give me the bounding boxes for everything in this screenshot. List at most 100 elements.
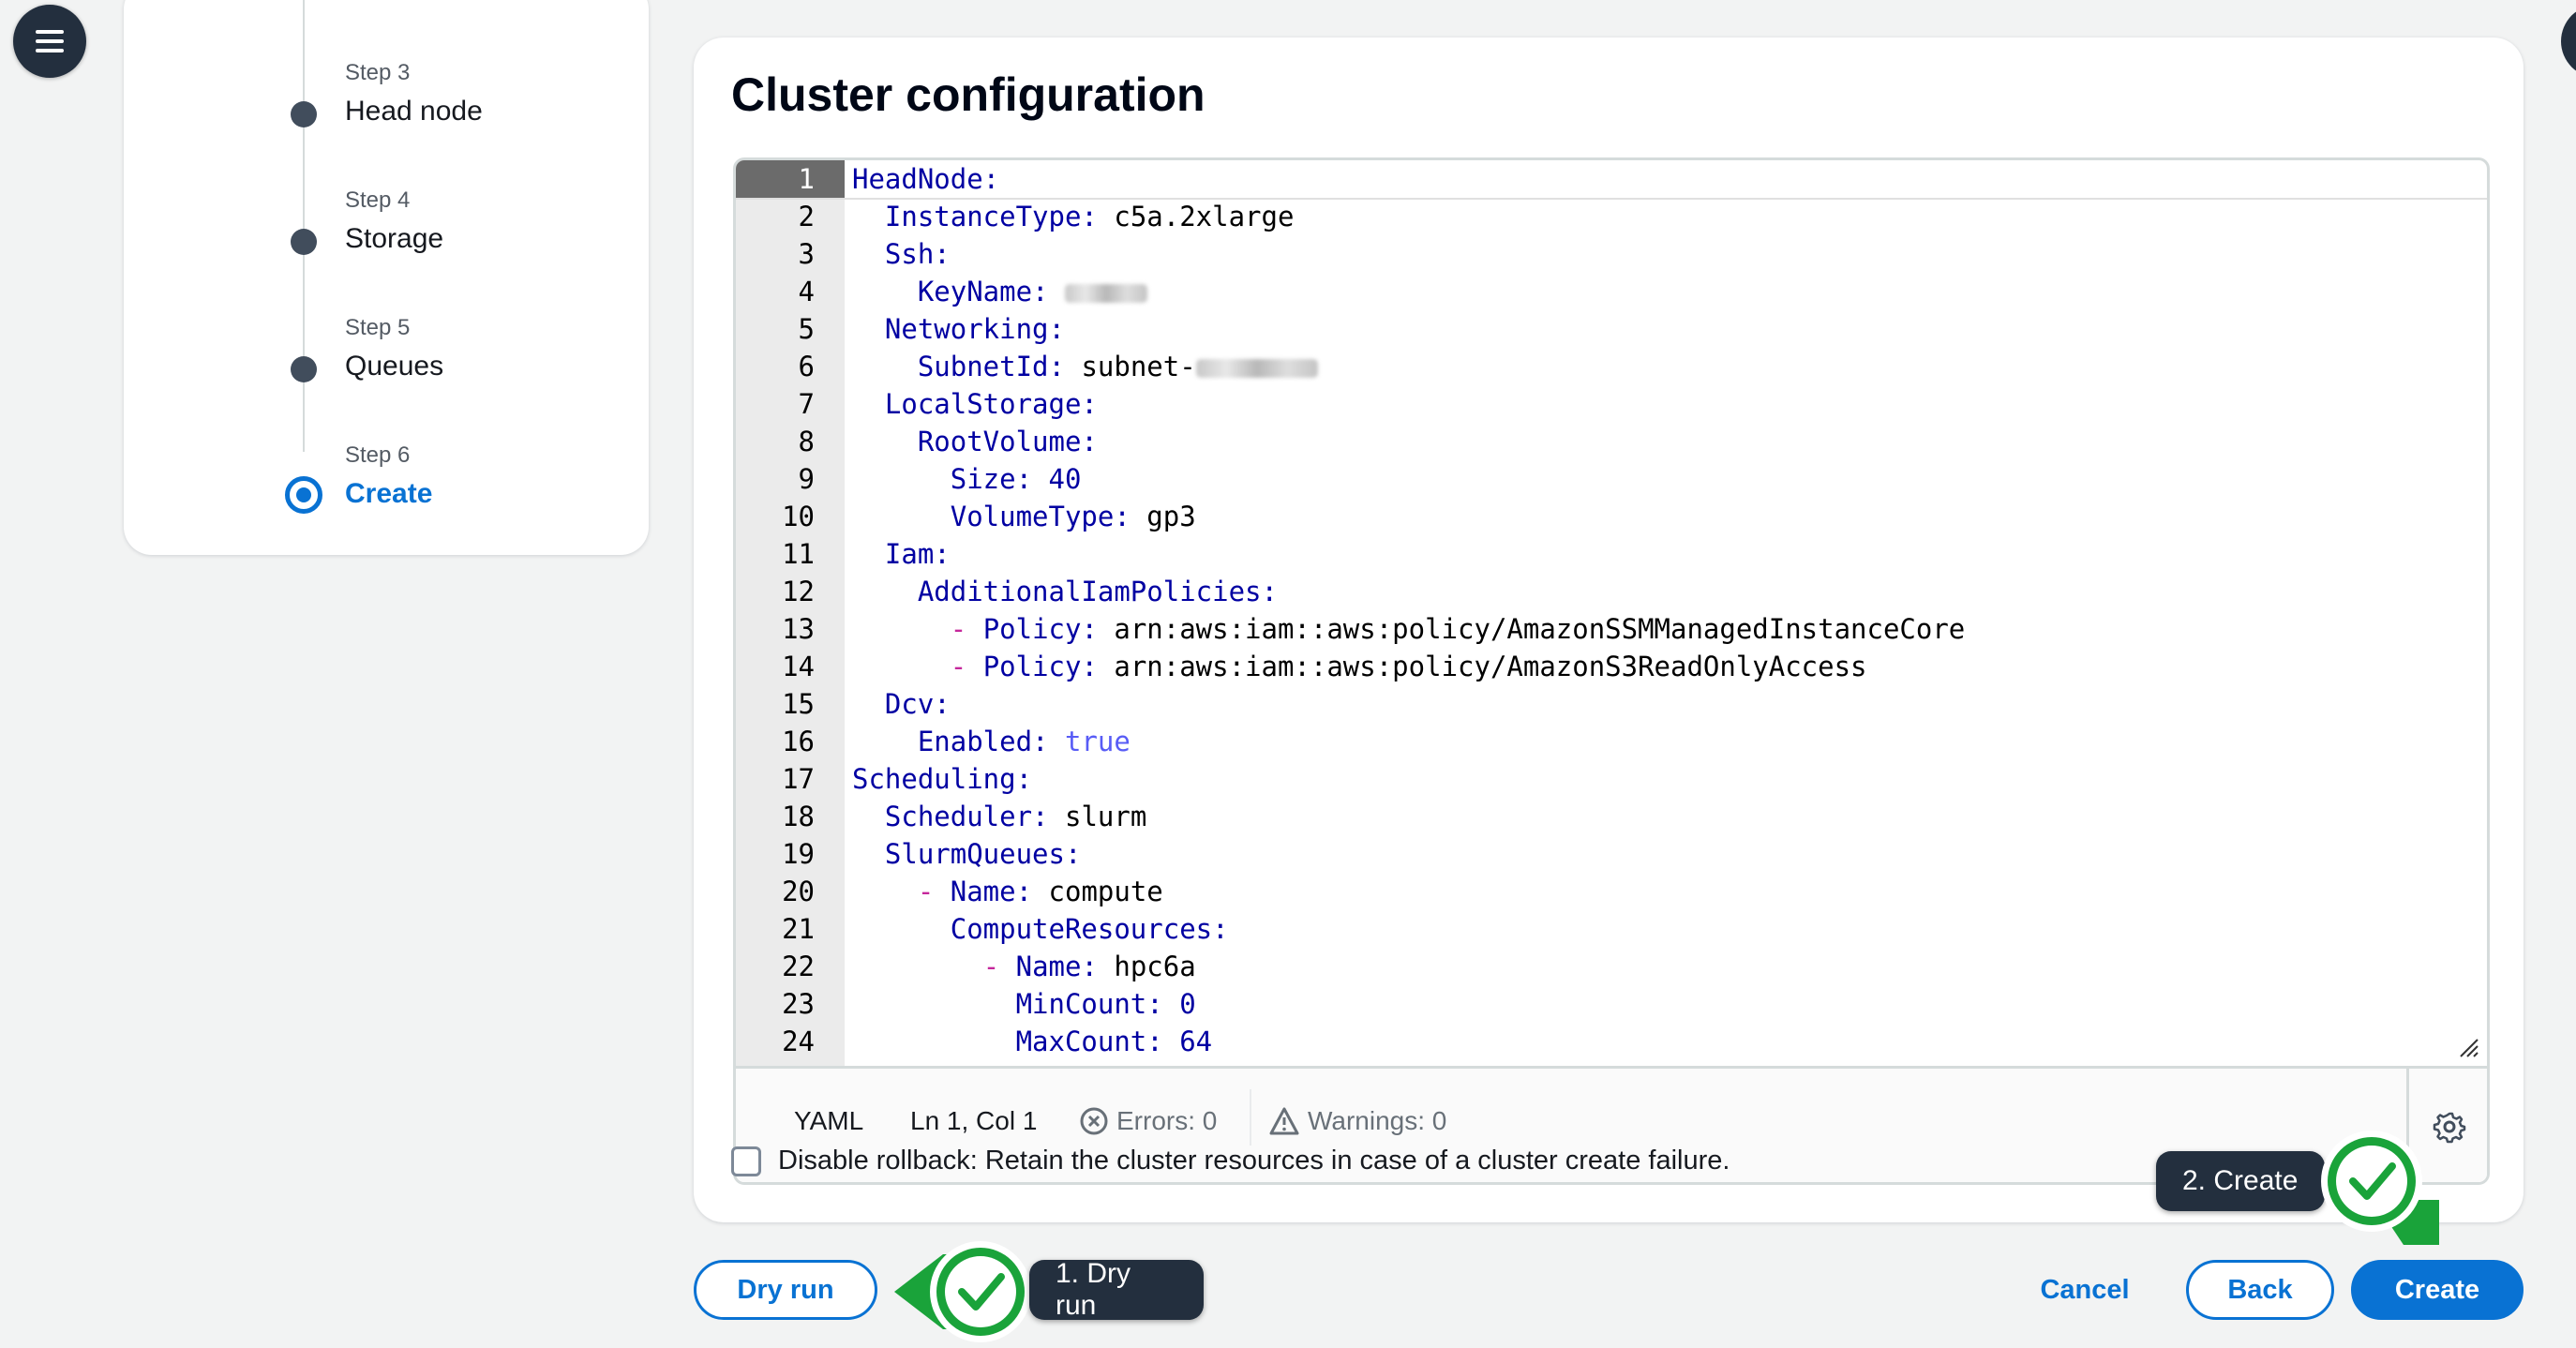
yaml-list-dash: -	[950, 613, 983, 645]
error-icon	[1080, 1107, 1108, 1135]
line-number: 14	[782, 651, 815, 682]
step-label: Queues	[345, 351, 444, 382]
line-number: 7	[798, 388, 815, 420]
resize-handle-icon[interactable]	[2459, 1038, 2479, 1058]
yaml-value: hpc6a	[1114, 951, 1196, 982]
yaml-list-dash: -	[982, 951, 1016, 982]
yaml-key: Scheduler:	[852, 801, 1065, 832]
code-line: 15 Dcv:	[736, 685, 2487, 723]
code-line: 20 - Name: compute	[736, 873, 2487, 910]
yaml-value: compute	[1048, 876, 1163, 907]
code-line: 1 HeadNode:	[736, 160, 2487, 200]
disable-rollback-label: Disable rollback: Retain the cluster res…	[778, 1146, 1730, 1176]
code-line: 17 Scheduling:	[736, 760, 2487, 798]
status-divider	[1250, 1089, 1251, 1146]
line-number: 8	[798, 426, 815, 457]
line-number: 3	[798, 238, 815, 270]
yaml-key: InstanceType:	[852, 201, 1115, 232]
code-line: 11 Iam:	[736, 535, 2487, 573]
line-number: 10	[782, 501, 815, 532]
line-number: 24	[782, 1026, 815, 1057]
line-number: 20	[782, 876, 815, 907]
yaml-key: MaxCount: 64	[852, 1026, 1213, 1057]
code-line: 3 Ssh:	[736, 235, 2487, 273]
steps-connector-line	[303, 0, 305, 452]
code-line: 6 SubnetId: subnet-	[736, 348, 2487, 385]
line-number: 16	[782, 726, 815, 757]
step-number: Step 3	[345, 60, 411, 85]
hamburger-icon	[36, 30, 64, 52]
yaml-value: subnet-	[1081, 351, 1196, 382]
dry-run-check-badge-icon	[894, 1241, 1031, 1342]
line-number: 18	[782, 801, 815, 832]
yaml-key: Ssh:	[852, 238, 951, 270]
code-line: 22 - Name: hpc6a	[736, 948, 2487, 985]
line-number: 21	[782, 913, 815, 945]
step-label: Create	[345, 478, 433, 509]
step-number: Step 5	[345, 315, 411, 340]
line-number: 22	[782, 951, 815, 982]
yaml-key: Name:	[950, 876, 1049, 907]
yaml-key: VolumeType:	[852, 501, 1147, 532]
wizard-steps-panel: Step 3 Head node Step 4 Storage Step 5 Q…	[124, 0, 649, 555]
page-title: Cluster configuration	[731, 68, 1206, 121]
back-button[interactable]: Back	[2186, 1260, 2334, 1320]
cancel-button[interactable]: Cancel	[2032, 1260, 2137, 1320]
disable-rollback-option[interactable]: Disable rollback: Retain the cluster res…	[731, 1146, 1730, 1176]
create-step-callout: 2. Create	[2156, 1151, 2325, 1211]
warnings-tab[interactable]: Warnings: 0	[1268, 1106, 1446, 1136]
language-label: YAML	[794, 1106, 864, 1135]
yaml-key: SlurmQueues:	[852, 838, 1082, 870]
code-line: 5 Networking:	[736, 310, 2487, 348]
help-panel-button[interactable]	[2561, 5, 2576, 78]
yaml-key: AdditionalIamPolicies:	[852, 576, 1278, 607]
create-check-badge-icon	[2321, 1131, 2439, 1245]
create-button[interactable]: Create	[2351, 1260, 2524, 1320]
disable-rollback-checkbox[interactable]	[731, 1146, 761, 1176]
redacted-value	[1064, 284, 1147, 303]
code-line: 23 MinCount: 0	[736, 985, 2487, 1023]
yaml-key: HeadNode:	[852, 163, 1000, 195]
step-label: Storage	[345, 223, 444, 254]
menu-toggle-button[interactable]	[13, 5, 86, 78]
yaml-key: Dcv:	[852, 688, 951, 720]
warning-icon	[1269, 1107, 1299, 1135]
errors-count: Errors: 0	[1116, 1106, 1218, 1135]
yaml-value: arn:aws:iam::aws:policy/AmazonSSMManaged…	[1114, 613, 1966, 645]
yaml-boolean: true	[1064, 726, 1131, 757]
yaml-key: SubnetId:	[852, 351, 1082, 382]
line-number: 23	[782, 988, 815, 1020]
yaml-key: Scheduling:	[852, 763, 1033, 795]
dry-run-button[interactable]: Dry run	[694, 1260, 877, 1320]
code-line: 18 Scheduler: slurm	[736, 798, 2487, 835]
line-number: 19	[782, 838, 815, 870]
yaml-value: c5a.2xlarge	[1114, 201, 1295, 232]
warnings-count: Warnings: 0	[1308, 1106, 1447, 1135]
line-number: 13	[782, 613, 815, 645]
line-number: 6	[798, 351, 815, 382]
step-number: Step 4	[345, 187, 411, 213]
code-line: 12 AdditionalIamPolicies:	[736, 573, 2487, 610]
line-number: 1	[736, 160, 845, 198]
code-line: 19 SlurmQueues:	[736, 835, 2487, 873]
line-number: 17	[782, 763, 815, 795]
yaml-key: MinCount: 0	[852, 988, 1196, 1020]
yaml-key: Enabled:	[852, 726, 1065, 757]
line-number: 4	[798, 276, 815, 307]
yaml-value: arn:aws:iam::aws:policy/AmazonS3ReadOnly…	[1114, 651, 1867, 682]
errors-tab[interactable]: Errors: 0	[1079, 1106, 1217, 1136]
yaml-code-editor[interactable]: 1 HeadNode: 2 InstanceType: c5a.2xlarge …	[733, 157, 2490, 1185]
step-dot-icon	[291, 101, 317, 127]
step-label: Head node	[345, 96, 483, 127]
yaml-key: RootVolume:	[852, 426, 1098, 457]
cursor-position: Ln 1, Col 1	[910, 1106, 1038, 1135]
yaml-value: slurm	[1064, 801, 1147, 832]
yaml-list-dash: -	[917, 876, 951, 907]
code-line: 13 - Policy: arn:aws:iam::aws:policy/Ama…	[736, 610, 2487, 648]
code-area[interactable]: 1 HeadNode: 2 InstanceType: c5a.2xlarge …	[736, 160, 2487, 1066]
yaml-key: Networking:	[852, 313, 1065, 345]
code-line: 16 Enabled: true	[736, 723, 2487, 760]
step-dot-icon	[291, 229, 317, 255]
code-line: 24 MaxCount: 64	[736, 1023, 2487, 1060]
yaml-key: Size: 40	[852, 463, 1082, 495]
